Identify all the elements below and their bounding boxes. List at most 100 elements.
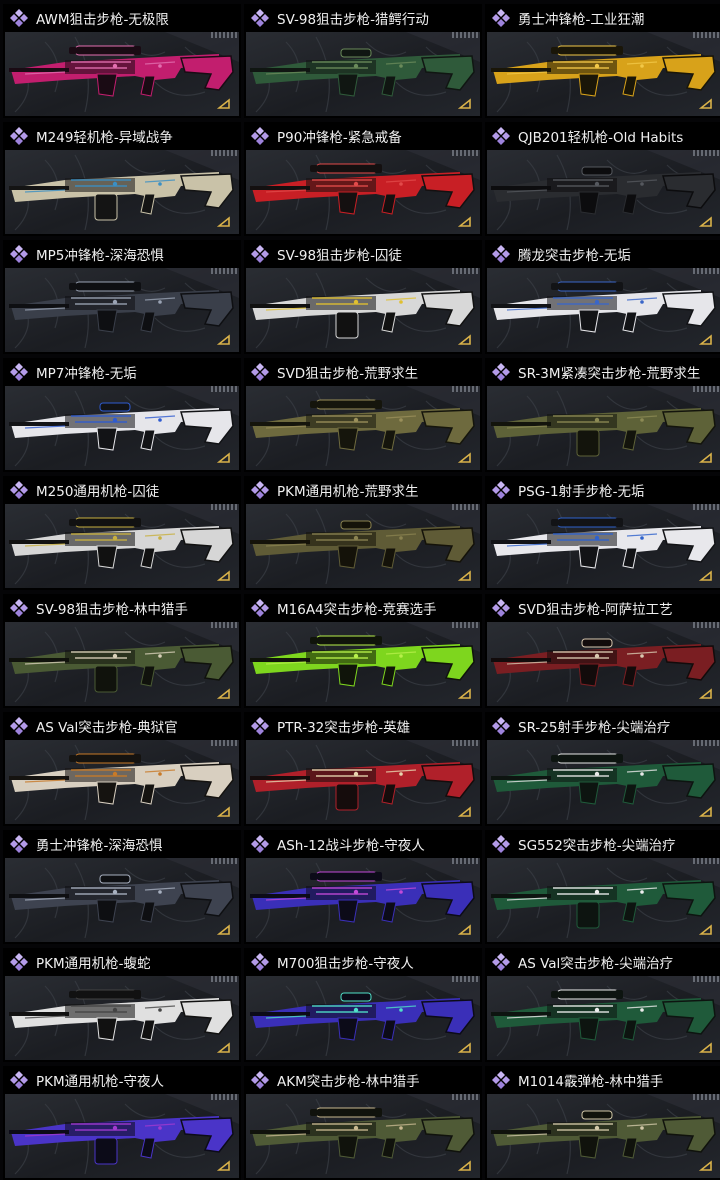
skin-cell[interactable]: M700狙击步枪-守夜人 — [244, 948, 482, 1062]
skin-cell[interactable]: SR-25射手步枪-尖端治疗 — [485, 712, 720, 826]
skin-name: SV-98狙击步枪-林中猎手 — [36, 602, 188, 618]
skin-header: 勇士冲锋枪-深海恐惧 — [3, 830, 241, 858]
skin-cell[interactable]: PTR-32突击步枪-英雄 — [244, 712, 482, 826]
purple-diamond-icon — [9, 952, 29, 972]
skin-name: PKM通用机枪-蝮蛇 — [36, 956, 151, 972]
weapon-preview[interactable] — [246, 740, 480, 824]
frame-strip — [211, 386, 239, 392]
skin-name: M700狙击步枪-守夜人 — [277, 956, 414, 972]
skin-cell[interactable]: PKM通用机枪-荒野求生 — [244, 476, 482, 590]
weapon-preview[interactable] — [5, 386, 239, 470]
skin-cell[interactable]: 勇士冲锋枪-深海恐惧 — [3, 830, 241, 944]
skin-cell[interactable]: SV-98狙击步枪-林中猎手 — [3, 594, 241, 708]
skin-cell[interactable]: PKM通用机枪-守夜人 — [3, 1066, 241, 1180]
skin-cell[interactable]: ASh-12战斗步枪-守夜人 — [244, 830, 482, 944]
skin-header: SR-3M紧凑突击步枪-荒野求生 — [485, 358, 720, 386]
weapon-preview[interactable] — [246, 150, 480, 234]
skin-cell[interactable]: SV-98狙击步枪-囚徒 — [244, 240, 482, 354]
frame-strip — [452, 150, 480, 156]
skin-cell[interactable]: P90冲锋枪-紧急戒备 — [244, 122, 482, 236]
purple-diamond-icon — [9, 598, 29, 618]
skin-cell[interactable]: SR-3M紧凑突击步枪-荒野求生 — [485, 358, 720, 472]
skin-cell[interactable]: 勇士冲锋枪-工业狂潮 — [485, 4, 720, 118]
skin-cell[interactable]: M16A4突击步枪-竞赛选手 — [244, 594, 482, 708]
skin-header: AWM狙击步枪-无极限 — [3, 4, 241, 32]
weapon-preview[interactable] — [5, 740, 239, 824]
skin-cell[interactable]: SVD狙击步枪-荒野求生 — [244, 358, 482, 472]
frame-strip — [452, 386, 480, 392]
skin-cell[interactable]: AWM狙击步枪-无极限 — [3, 4, 241, 118]
skin-cell[interactable]: SG552突击步枪-尖端治疗 — [485, 830, 720, 944]
weapon-preview[interactable] — [246, 976, 480, 1060]
weapon-preview[interactable] — [487, 32, 720, 116]
skin-header: M1014霰弹枪-林中猎手 — [485, 1066, 720, 1094]
skin-header: AS Val突击步枪-尖端治疗 — [485, 948, 720, 976]
skin-cell[interactable]: AS Val突击步枪-典狱官 — [3, 712, 241, 826]
weapon-preview[interactable] — [5, 268, 239, 352]
skin-name: 腾龙突击步枪-无垢 — [518, 248, 631, 264]
skin-header: SVD狙击步枪-荒野求生 — [244, 358, 482, 386]
weapon-preview[interactable] — [5, 976, 239, 1060]
weapon-preview[interactable] — [5, 1094, 239, 1178]
purple-diamond-icon — [9, 834, 29, 854]
frame-strip — [211, 150, 239, 156]
skin-header: QJB201轻机枪-Old Habits — [485, 122, 720, 150]
purple-diamond-icon — [250, 480, 270, 500]
purple-diamond-icon — [491, 952, 511, 972]
skin-cell[interactable]: M1014霰弹枪-林中猎手 — [485, 1066, 720, 1180]
frame-strip — [211, 268, 239, 274]
skin-cell[interactable]: SVD狙击步枪-阿萨拉工艺 — [485, 594, 720, 708]
skin-cell[interactable]: M249轻机枪-异域战争 — [3, 122, 241, 236]
skin-cell[interactable]: M250通用机枪-囚徒 — [3, 476, 241, 590]
skin-name: SVD狙击步枪-阿萨拉工艺 — [518, 602, 673, 618]
skin-header: M700狙击步枪-守夜人 — [244, 948, 482, 976]
weapon-preview[interactable] — [487, 504, 720, 588]
weapon-preview[interactable] — [487, 622, 720, 706]
skin-grid: AWM狙击步枪-无极限 SV-98狙击步枪-猎鳄行动 勇士冲锋枪-工业狂潮 M2… — [0, 0, 720, 1180]
weapon-preview[interactable] — [487, 858, 720, 942]
skin-cell[interactable]: QJB201轻机枪-Old Habits — [485, 122, 720, 236]
frame-strip — [452, 976, 480, 982]
frame-strip — [211, 504, 239, 510]
weapon-preview[interactable] — [5, 858, 239, 942]
weapon-preview[interactable] — [5, 32, 239, 116]
weapon-preview[interactable] — [246, 1094, 480, 1178]
weapon-preview[interactable] — [246, 622, 480, 706]
skin-header: PKM通用机枪-蝮蛇 — [3, 948, 241, 976]
weapon-preview[interactable] — [246, 504, 480, 588]
weapon-preview[interactable] — [487, 386, 720, 470]
skin-cell[interactable]: 腾龙突击步枪-无垢 — [485, 240, 720, 354]
weapon-preview[interactable] — [487, 740, 720, 824]
weapon-preview[interactable] — [246, 268, 480, 352]
skin-cell[interactable]: SV-98狙击步枪-猎鳄行动 — [244, 4, 482, 118]
skin-name: QJB201轻机枪-Old Habits — [518, 130, 684, 146]
purple-diamond-icon — [9, 244, 29, 264]
weapon-preview[interactable] — [246, 386, 480, 470]
weapon-preview[interactable] — [246, 32, 480, 116]
purple-diamond-icon — [491, 362, 511, 382]
weapon-preview[interactable] — [5, 150, 239, 234]
skin-header: PKM通用机枪-荒野求生 — [244, 476, 482, 504]
frame-strip — [693, 150, 720, 156]
skin-cell[interactable]: PKM通用机枪-蝮蛇 — [3, 948, 241, 1062]
weapon-preview[interactable] — [487, 150, 720, 234]
skin-header: PKM通用机枪-守夜人 — [3, 1066, 241, 1094]
skin-cell[interactable]: AKM突击步枪-林中猎手 — [244, 1066, 482, 1180]
weapon-preview[interactable] — [5, 504, 239, 588]
purple-diamond-icon — [491, 1070, 511, 1090]
skin-cell[interactable]: MP5冲锋枪-深海恐惧 — [3, 240, 241, 354]
frame-strip — [693, 858, 720, 864]
weapon-preview[interactable] — [487, 268, 720, 352]
skin-cell[interactable]: MP7冲锋枪-无垢 — [3, 358, 241, 472]
frame-strip — [452, 622, 480, 628]
skin-name: P90冲锋枪-紧急戒备 — [277, 130, 402, 146]
skin-cell[interactable]: PSG-1射手步枪-无垢 — [485, 476, 720, 590]
weapon-preview[interactable] — [246, 858, 480, 942]
skin-header: SR-25射手步枪-尖端治疗 — [485, 712, 720, 740]
weapon-preview[interactable] — [487, 1094, 720, 1178]
purple-diamond-icon — [9, 480, 29, 500]
weapon-preview[interactable] — [487, 976, 720, 1060]
weapon-preview[interactable] — [5, 622, 239, 706]
skin-header: AS Val突击步枪-典狱官 — [3, 712, 241, 740]
skin-cell[interactable]: AS Val突击步枪-尖端治疗 — [485, 948, 720, 1062]
